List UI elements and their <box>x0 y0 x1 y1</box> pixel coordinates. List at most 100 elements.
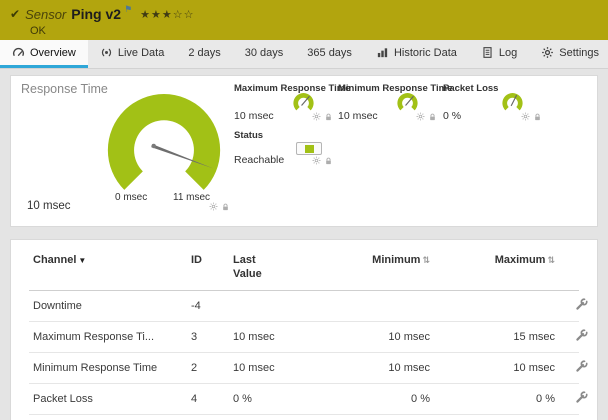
tab-2-days[interactable]: 2 days <box>176 40 232 68</box>
stars-filled: ★★★ <box>140 8 173 21</box>
channel-id: 0 <box>187 414 229 420</box>
tab-label: Log <box>498 46 518 59</box>
channel-settings-cell <box>571 352 588 384</box>
channel-quick-actions[interactable] <box>521 112 542 122</box>
channel-id: 3 <box>187 321 229 353</box>
channel-row-downtime[interactable]: Downtime -4 <box>29 290 588 322</box>
wrench-icon[interactable] <box>575 390 588 404</box>
gear-icon <box>542 47 554 58</box>
channel-maximum <box>446 290 571 322</box>
bar-chart-icon <box>377 48 388 58</box>
tab-settings[interactable]: Settings <box>529 40 608 68</box>
tab-label: Live Data <box>117 46 165 59</box>
sensor-title: Ping v2 <box>71 6 122 22</box>
tab-historic-data[interactable]: Historic Data <box>364 40 469 68</box>
col-label: Maximum <box>494 254 546 266</box>
tab-log[interactable]: Log <box>469 40 529 68</box>
col-label: Last Value <box>233 254 262 280</box>
gear-icon <box>312 156 321 165</box>
col-header-channel[interactable]: Channel ▼ <box>29 246 187 291</box>
table-header-row: Channel ▼ ID Last Value Minimum ⇅ Maximum ⇅ <box>29 246 579 291</box>
gauge-scale-max: 11 msec <box>173 192 211 203</box>
tab-label: 2 days <box>188 46 221 59</box>
lock-icon <box>223 203 228 211</box>
channel-row-packet-loss[interactable]: Packet Loss 4 0 % 0 % 0 % <box>29 383 588 415</box>
packet-loss-label: Packet Loss <box>443 83 499 94</box>
lock-icon <box>326 113 331 121</box>
status-label: Status <box>234 130 264 141</box>
sort-icon: ⇅ <box>547 255 555 265</box>
channel-quick-actions[interactable] <box>312 156 333 166</box>
channel-minimum: 10 msec <box>321 352 446 384</box>
status-indicator <box>296 142 322 155</box>
wrench-icon[interactable] <box>575 297 588 311</box>
channel-minimum: 0 % <box>321 383 446 415</box>
max-response-time-block: Maximum Response Time 10 msec <box>234 83 351 129</box>
channel-settings-cell <box>571 290 588 322</box>
priority-stars[interactable]: ★★★☆☆ <box>140 8 194 21</box>
channel-quick-actions[interactable] <box>209 202 230 212</box>
col-header-settings <box>571 246 579 291</box>
status-block: Status Reachable <box>234 130 354 174</box>
tab-30-days[interactable]: 30 days <box>233 40 296 68</box>
lock-icon <box>326 157 331 165</box>
sort-desc-icon: ▼ <box>78 256 87 265</box>
channel-maximum: 11 msec <box>446 414 571 420</box>
col-header-minimum[interactable]: Minimum ⇅ <box>321 246 446 291</box>
channel-name[interactable]: Packet Loss <box>29 383 187 415</box>
channel-minimum: 10 msec <box>321 321 446 353</box>
channel-row-max-response-time[interactable]: Maximum Response Ti... 3 10 msec 10 msec… <box>29 321 588 353</box>
channel-last-value: 0 % <box>229 383 321 415</box>
channel-name[interactable]: Response Time <box>29 414 187 420</box>
min-response-time-label: Minimum Response Time <box>338 83 453 94</box>
wrench-icon[interactable] <box>575 328 588 342</box>
col-header-last-value[interactable]: Last Value <box>229 246 321 291</box>
status-check-icon: ✔ <box>10 7 21 21</box>
col-label: ID <box>191 254 202 266</box>
channel-quick-actions[interactable] <box>416 112 437 122</box>
wrench-icon[interactable] <box>575 359 588 373</box>
channel-name[interactable]: Downtime <box>29 290 187 322</box>
channel-row-min-response-time[interactable]: Minimum Response Time 2 10 msec 10 msec … <box>29 352 588 384</box>
lock-icon <box>430 113 435 121</box>
stars-empty: ☆☆ <box>172 8 195 21</box>
col-header-id[interactable]: ID <box>187 246 229 291</box>
max-response-time-value: 10 msec <box>234 110 274 122</box>
sensor-status-text: OK <box>30 25 46 37</box>
channel-settings-cell <box>571 321 588 353</box>
gear-icon <box>209 202 218 211</box>
gear-icon <box>312 112 321 121</box>
tab-overview[interactable]: Overview <box>0 40 88 68</box>
channel-name[interactable]: Minimum Response Time <box>29 352 187 384</box>
status-indicator-fill <box>304 144 314 153</box>
lock-icon <box>535 113 540 121</box>
tab-live-data[interactable]: Live Data <box>88 40 176 68</box>
channel-last-value: 10 msec <box>229 414 321 420</box>
log-document-icon <box>483 47 492 58</box>
min-response-time-value: 10 msec <box>338 110 378 122</box>
channel-last-value: 10 msec <box>229 352 321 384</box>
channel-maximum: 0 % <box>446 383 571 415</box>
gear-icon <box>416 112 425 121</box>
col-label: Minimum <box>372 254 421 266</box>
tab-label: 365 days <box>307 46 352 59</box>
channel-settings-cell <box>571 414 579 420</box>
tab-label: 30 days <box>244 46 284 59</box>
overview-gauge-icon <box>12 47 25 56</box>
response-time-value: 10 msec <box>27 200 71 212</box>
channel-quick-actions[interactable] <box>312 112 333 122</box>
col-header-maximum[interactable]: Maximum ⇅ <box>446 246 571 291</box>
max-response-time-label: Maximum Response Time <box>234 83 351 94</box>
channel-name[interactable]: Maximum Response Ti... <box>29 321 187 353</box>
channel-last-value: 10 msec <box>229 321 321 353</box>
min-response-time-block: Minimum Response Time 10 msec <box>338 83 453 129</box>
tab-365-days[interactable]: 365 days <box>295 40 364 68</box>
packet-loss-value: 0 % <box>443 110 462 122</box>
prtg-sensor-page: ✔ Sensor Ping v2 ⚑ ★★★☆☆ OK Overview Liv… <box>0 0 608 420</box>
tab-label: Settings <box>559 46 600 59</box>
sort-icon: ⇅ <box>422 255 430 265</box>
gauge-arc <box>107 94 221 190</box>
channel-row-response-time[interactable]: Response Time 0 10 msec 10 msec 11 msec <box>29 414 579 420</box>
priority-flag-icon[interactable]: ⚑ <box>124 4 132 15</box>
sensor-header: ✔ Sensor Ping v2 ⚑ ★★★☆☆ OK <box>0 0 608 40</box>
